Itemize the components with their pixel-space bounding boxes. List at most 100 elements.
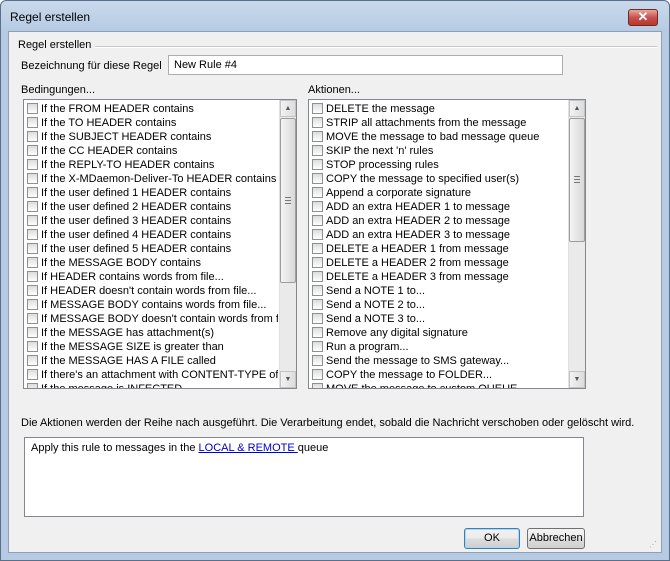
- scroll-up-button[interactable]: ▲: [569, 100, 585, 117]
- actions-list-item[interactable]: Send the message to SMS gateway...: [311, 354, 567, 368]
- actions-list-item[interactable]: ADD an extra HEADER 3 to message: [311, 228, 567, 242]
- checkbox[interactable]: [27, 173, 38, 184]
- checkbox[interactable]: [312, 117, 323, 128]
- conditions-list-item[interactable]: If the MESSAGE BODY contains: [26, 256, 278, 270]
- checkbox[interactable]: [27, 145, 38, 156]
- checkbox[interactable]: [312, 229, 323, 240]
- checkbox[interactable]: [312, 285, 323, 296]
- actions-list-item[interactable]: Run a program...: [311, 340, 567, 354]
- checkbox[interactable]: [27, 383, 38, 388]
- checkbox[interactable]: [27, 215, 38, 226]
- conditions-list-item[interactable]: If HEADER contains words from file...: [26, 270, 278, 284]
- conditions-list-item[interactable]: If the MESSAGE SIZE is greater than: [26, 340, 278, 354]
- conditions-scrollbar[interactable]: ▲ ▼: [279, 100, 296, 388]
- conditions-list-item[interactable]: If the CC HEADER contains: [26, 144, 278, 158]
- checkbox[interactable]: [312, 313, 323, 324]
- checkbox[interactable]: [27, 201, 38, 212]
- cancel-button[interactable]: Abbrechen: [527, 528, 585, 549]
- actions-list-item[interactable]: ADD an extra HEADER 1 to message: [311, 200, 567, 214]
- actions-list-item[interactable]: MOVE the message to custom QUEUE...: [311, 382, 567, 388]
- title-bar[interactable]: Regel erstellen ✕: [1, 1, 669, 31]
- checkbox[interactable]: [312, 173, 323, 184]
- actions-list-item[interactable]: STRIP all attachments from the message: [311, 116, 567, 130]
- scroll-down-button[interactable]: ▼: [569, 371, 585, 388]
- checkbox[interactable]: [312, 187, 323, 198]
- actions-scrollbar[interactable]: ▲ ▼: [568, 100, 585, 388]
- actions-list-item[interactable]: Send a NOTE 2 to...: [311, 298, 567, 312]
- checkbox[interactable]: [27, 229, 38, 240]
- checkbox[interactable]: [312, 201, 323, 212]
- checkbox[interactable]: [27, 341, 38, 352]
- checkbox[interactable]: [312, 215, 323, 226]
- checkbox[interactable]: [312, 327, 323, 338]
- checkbox[interactable]: [27, 299, 38, 310]
- conditions-list-item[interactable]: If the user defined 4 HEADER contains: [26, 228, 278, 242]
- actions-list-item[interactable]: DELETE a HEADER 1 from message: [311, 242, 567, 256]
- conditions-list-item[interactable]: If the TO HEADER contains: [26, 116, 278, 130]
- checkbox[interactable]: [27, 103, 38, 114]
- actions-list-item[interactable]: SKIP the next 'n' rules: [311, 144, 567, 158]
- conditions-list-item[interactable]: If MESSAGE BODY contains words from file…: [26, 298, 278, 312]
- scroll-up-button[interactable]: ▲: [280, 100, 296, 117]
- conditions-list-item[interactable]: If the message is INFECTED: [26, 382, 278, 388]
- conditions-list-item[interactable]: If the user defined 1 HEADER contains: [26, 186, 278, 200]
- conditions-list-item[interactable]: If the user defined 2 HEADER contains: [26, 200, 278, 214]
- conditions-list-item[interactable]: If the user defined 5 HEADER contains: [26, 242, 278, 256]
- actions-list-item[interactable]: MOVE the message to bad message queue: [311, 130, 567, 144]
- conditions-listbox[interactable]: If the FROM HEADER contains If the TO HEA…: [23, 99, 297, 389]
- actions-list-item[interactable]: COPY the message to specified user(s): [311, 172, 567, 186]
- checkbox[interactable]: [312, 145, 323, 156]
- ok-button[interactable]: OK: [464, 528, 520, 549]
- checkbox[interactable]: [27, 187, 38, 198]
- checkbox[interactable]: [27, 355, 38, 366]
- conditions-list-item[interactable]: If the X-MDaemon-Deliver-To HEADER conta…: [26, 172, 278, 186]
- checkbox[interactable]: [312, 271, 323, 282]
- conditions-list-item[interactable]: If HEADER doesn't contain words from fil…: [26, 284, 278, 298]
- checkbox[interactable]: [312, 131, 323, 142]
- checkbox[interactable]: [312, 383, 323, 388]
- actions-list-item[interactable]: Append a corporate signature: [311, 186, 567, 200]
- actions-list-item[interactable]: Remove any digital signature: [311, 326, 567, 340]
- queue-link[interactable]: LOCAL & REMOTE: [199, 442, 298, 454]
- checkbox[interactable]: [312, 257, 323, 268]
- checkbox[interactable]: [312, 355, 323, 366]
- checkbox[interactable]: [27, 369, 38, 380]
- checkbox[interactable]: [312, 341, 323, 352]
- scroll-thumb[interactable]: [280, 118, 296, 283]
- conditions-list-item[interactable]: If there's an attachment with CONTENT-TY…: [26, 368, 278, 382]
- scroll-thumb[interactable]: [569, 118, 585, 242]
- actions-list-item[interactable]: DELETE a HEADER 3 from message: [311, 270, 567, 284]
- actions-list-item[interactable]: Send a NOTE 3 to...: [311, 312, 567, 326]
- scroll-down-button[interactable]: ▼: [280, 371, 296, 388]
- checkbox[interactable]: [27, 117, 38, 128]
- checkbox[interactable]: [312, 159, 323, 170]
- conditions-list-item[interactable]: If MESSAGE BODY doesn't contain words fr…: [26, 312, 278, 326]
- checkbox[interactable]: [27, 131, 38, 142]
- actions-list-item[interactable]: ADD an extra HEADER 2 to message: [311, 214, 567, 228]
- checkbox[interactable]: [27, 285, 38, 296]
- actions-list-item[interactable]: COPY the message to FOLDER...: [311, 368, 567, 382]
- checkbox[interactable]: [27, 243, 38, 254]
- conditions-list-item[interactable]: If the MESSAGE HAS A FILE called: [26, 354, 278, 368]
- conditions-list-item[interactable]: If the user defined 3 HEADER contains: [26, 214, 278, 228]
- close-button[interactable]: ✕: [628, 9, 658, 26]
- conditions-list-item[interactable]: If the MESSAGE has attachment(s): [26, 326, 278, 340]
- checkbox[interactable]: [312, 299, 323, 310]
- checkbox[interactable]: [27, 257, 38, 268]
- checkbox[interactable]: [27, 159, 38, 170]
- rule-name-input[interactable]: New Rule #4: [168, 55, 563, 75]
- actions-list-item[interactable]: DELETE the message: [311, 102, 567, 116]
- checkbox[interactable]: [312, 243, 323, 254]
- conditions-list-item[interactable]: If the FROM HEADER contains: [26, 102, 278, 116]
- checkbox[interactable]: [312, 369, 323, 380]
- checkbox[interactable]: [27, 271, 38, 282]
- actions-list-item[interactable]: Send a NOTE 1 to...: [311, 284, 567, 298]
- checkbox[interactable]: [27, 313, 38, 324]
- resize-grip-icon[interactable]: ⋰: [649, 540, 659, 550]
- conditions-list-item[interactable]: If the SUBJECT HEADER contains: [26, 130, 278, 144]
- actions-list-item[interactable]: DELETE a HEADER 2 from message: [311, 256, 567, 270]
- checkbox[interactable]: [312, 103, 323, 114]
- actions-list-item[interactable]: STOP processing rules: [311, 158, 567, 172]
- actions-listbox[interactable]: DELETE the message STRIP all attachments …: [308, 99, 586, 389]
- checkbox[interactable]: [27, 327, 38, 338]
